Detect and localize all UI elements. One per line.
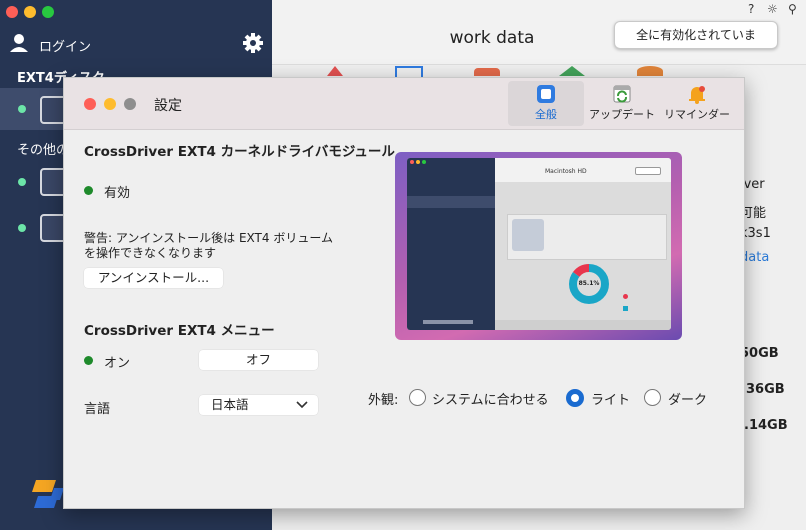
tab-general[interactable]: 全般	[508, 81, 584, 126]
warning-text: を操作できなくなります	[84, 246, 217, 260]
toolbar-repair-icon[interactable]	[559, 66, 585, 76]
section-other: その他の	[17, 143, 70, 158]
volume-title: work data	[449, 28, 535, 48]
user-icon	[10, 34, 28, 52]
general-icon	[537, 85, 555, 103]
menu-heading: CrossDriver EXT4 メニュー	[84, 323, 275, 339]
chevron-down-icon	[296, 401, 308, 409]
notification-toast: 全に有効化されていま	[614, 21, 778, 49]
toolbar-settings-icon[interactable]	[637, 66, 663, 76]
preview-title: Macintosh HD	[545, 168, 587, 175]
uninstall-button[interactable]: アンインストール...	[84, 268, 223, 288]
preview-sidebar	[407, 158, 495, 330]
dialog-minimize-button[interactable]	[104, 98, 116, 110]
capacity-text: 36GB	[746, 382, 785, 397]
tab-update[interactable]: アップデート	[586, 81, 658, 126]
login-link[interactable]: ログイン	[39, 36, 91, 55]
dialog-titlebar: 設定 全般 アップデート リマインダー	[64, 78, 744, 130]
appearance-preview: Macintosh HD 85.1%	[395, 152, 682, 340]
tab-reminder[interactable]: リマインダー	[660, 81, 734, 126]
bell-icon	[689, 86, 705, 104]
module-status: 有効	[104, 186, 131, 201]
language-select[interactable]: 日本語	[199, 395, 318, 415]
close-window-button[interactable]	[6, 6, 18, 18]
tab-label: 全般	[535, 108, 557, 121]
appearance-option-light[interactable]: ライト	[591, 389, 630, 408]
status-dot	[84, 186, 93, 195]
language-value: 日本語	[211, 397, 249, 412]
preview-info-card	[507, 214, 667, 260]
appearance-label: 外観:	[368, 393, 399, 408]
settings-dialog: 設定 全般 アップデート リマインダー CrossDriver EXT4 カーネ…	[63, 77, 745, 509]
zoom-window-button[interactable]	[42, 6, 54, 18]
preview-window: Macintosh HD 85.1%	[407, 158, 671, 330]
mounted-dot	[18, 178, 26, 186]
pin-icon[interactable]: ⚲	[788, 2, 797, 16]
appearance-radio-dark[interactable]	[644, 389, 661, 406]
minimize-window-button[interactable]	[24, 6, 36, 18]
capacity-text: .14GB	[744, 418, 788, 433]
tab-label: リマインダー	[664, 108, 730, 121]
dialog-title: 設定	[154, 98, 182, 114]
toolbar-photo-icon[interactable]	[474, 68, 500, 76]
language-label: 言語	[84, 402, 111, 417]
preview-donut-value: 85.1%	[578, 280, 600, 287]
toolbar-mount-icon[interactable]	[327, 66, 343, 76]
menu-on-option[interactable]: オン	[104, 352, 130, 371]
appearance-radio-system[interactable]	[409, 389, 426, 406]
sun-icon[interactable]: ☼	[767, 2, 778, 16]
update-icon	[613, 85, 631, 103]
appearance-option-dark[interactable]: ダーク	[668, 389, 707, 408]
dialog-zoom-button[interactable]	[124, 98, 136, 110]
gear-icon[interactable]	[242, 32, 264, 54]
status-dot	[84, 356, 93, 365]
appearance-option-system[interactable]: システムに合わせる	[432, 389, 549, 408]
dialog-close-button[interactable]	[84, 98, 96, 110]
mounted-dot	[18, 105, 26, 113]
menu-off-button[interactable]: オフ	[199, 350, 318, 370]
help-icon[interactable]: ?	[748, 2, 754, 16]
module-heading: CrossDriver EXT4 カーネルドライバモジュール	[84, 144, 395, 160]
capacity-text: 50GB	[740, 346, 779, 361]
tab-label: アップデート	[589, 108, 655, 121]
mounted-dot	[18, 224, 26, 232]
appearance-radio-light[interactable]	[566, 389, 584, 407]
app-logo-icon	[32, 480, 64, 508]
